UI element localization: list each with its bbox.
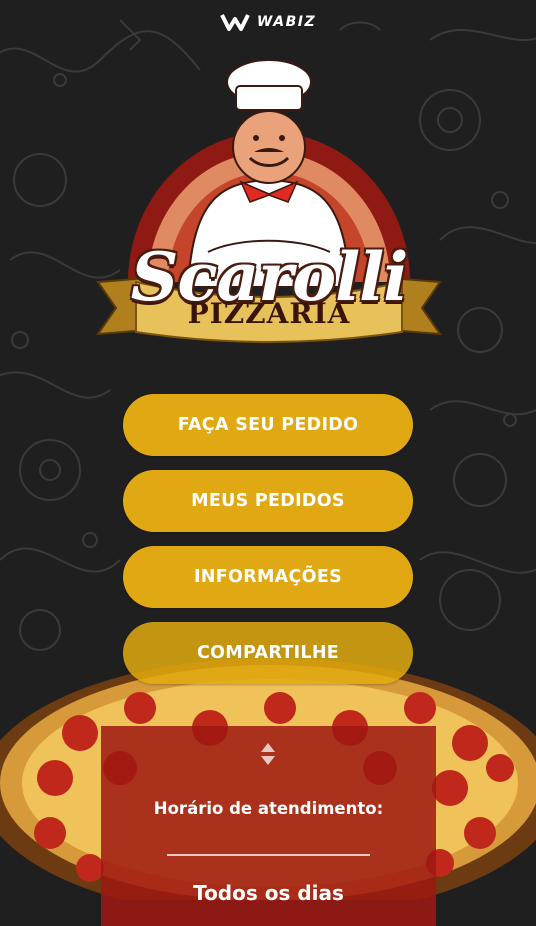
- brand-name: WABIZ: [256, 14, 317, 30]
- logo-subtitle: PIZZARIA: [187, 297, 351, 330]
- hours-divider: [167, 854, 370, 856]
- wabiz-logo-icon: [220, 14, 250, 31]
- my-orders-button[interactable]: MEUS PEDIDOS: [123, 470, 413, 532]
- opening-hours-label: Horário de atendimento:: [153, 799, 384, 818]
- pizzaria-logo: Scarolli PIZZARIA: [88, 52, 450, 352]
- information-button[interactable]: INFORMAÇÕES: [123, 546, 413, 608]
- share-button[interactable]: COMPARTILHE: [123, 622, 413, 684]
- wabiz-brand: WABIZ: [0, 10, 536, 34]
- opening-hours-days: Todos os dias: [193, 881, 344, 905]
- sort-arrows-icon[interactable]: [258, 740, 278, 768]
- place-order-button[interactable]: FAÇA SEU PEDIDO: [123, 394, 413, 456]
- opening-hours-panel: Horário de atendimento: Todos os dias: [101, 726, 436, 926]
